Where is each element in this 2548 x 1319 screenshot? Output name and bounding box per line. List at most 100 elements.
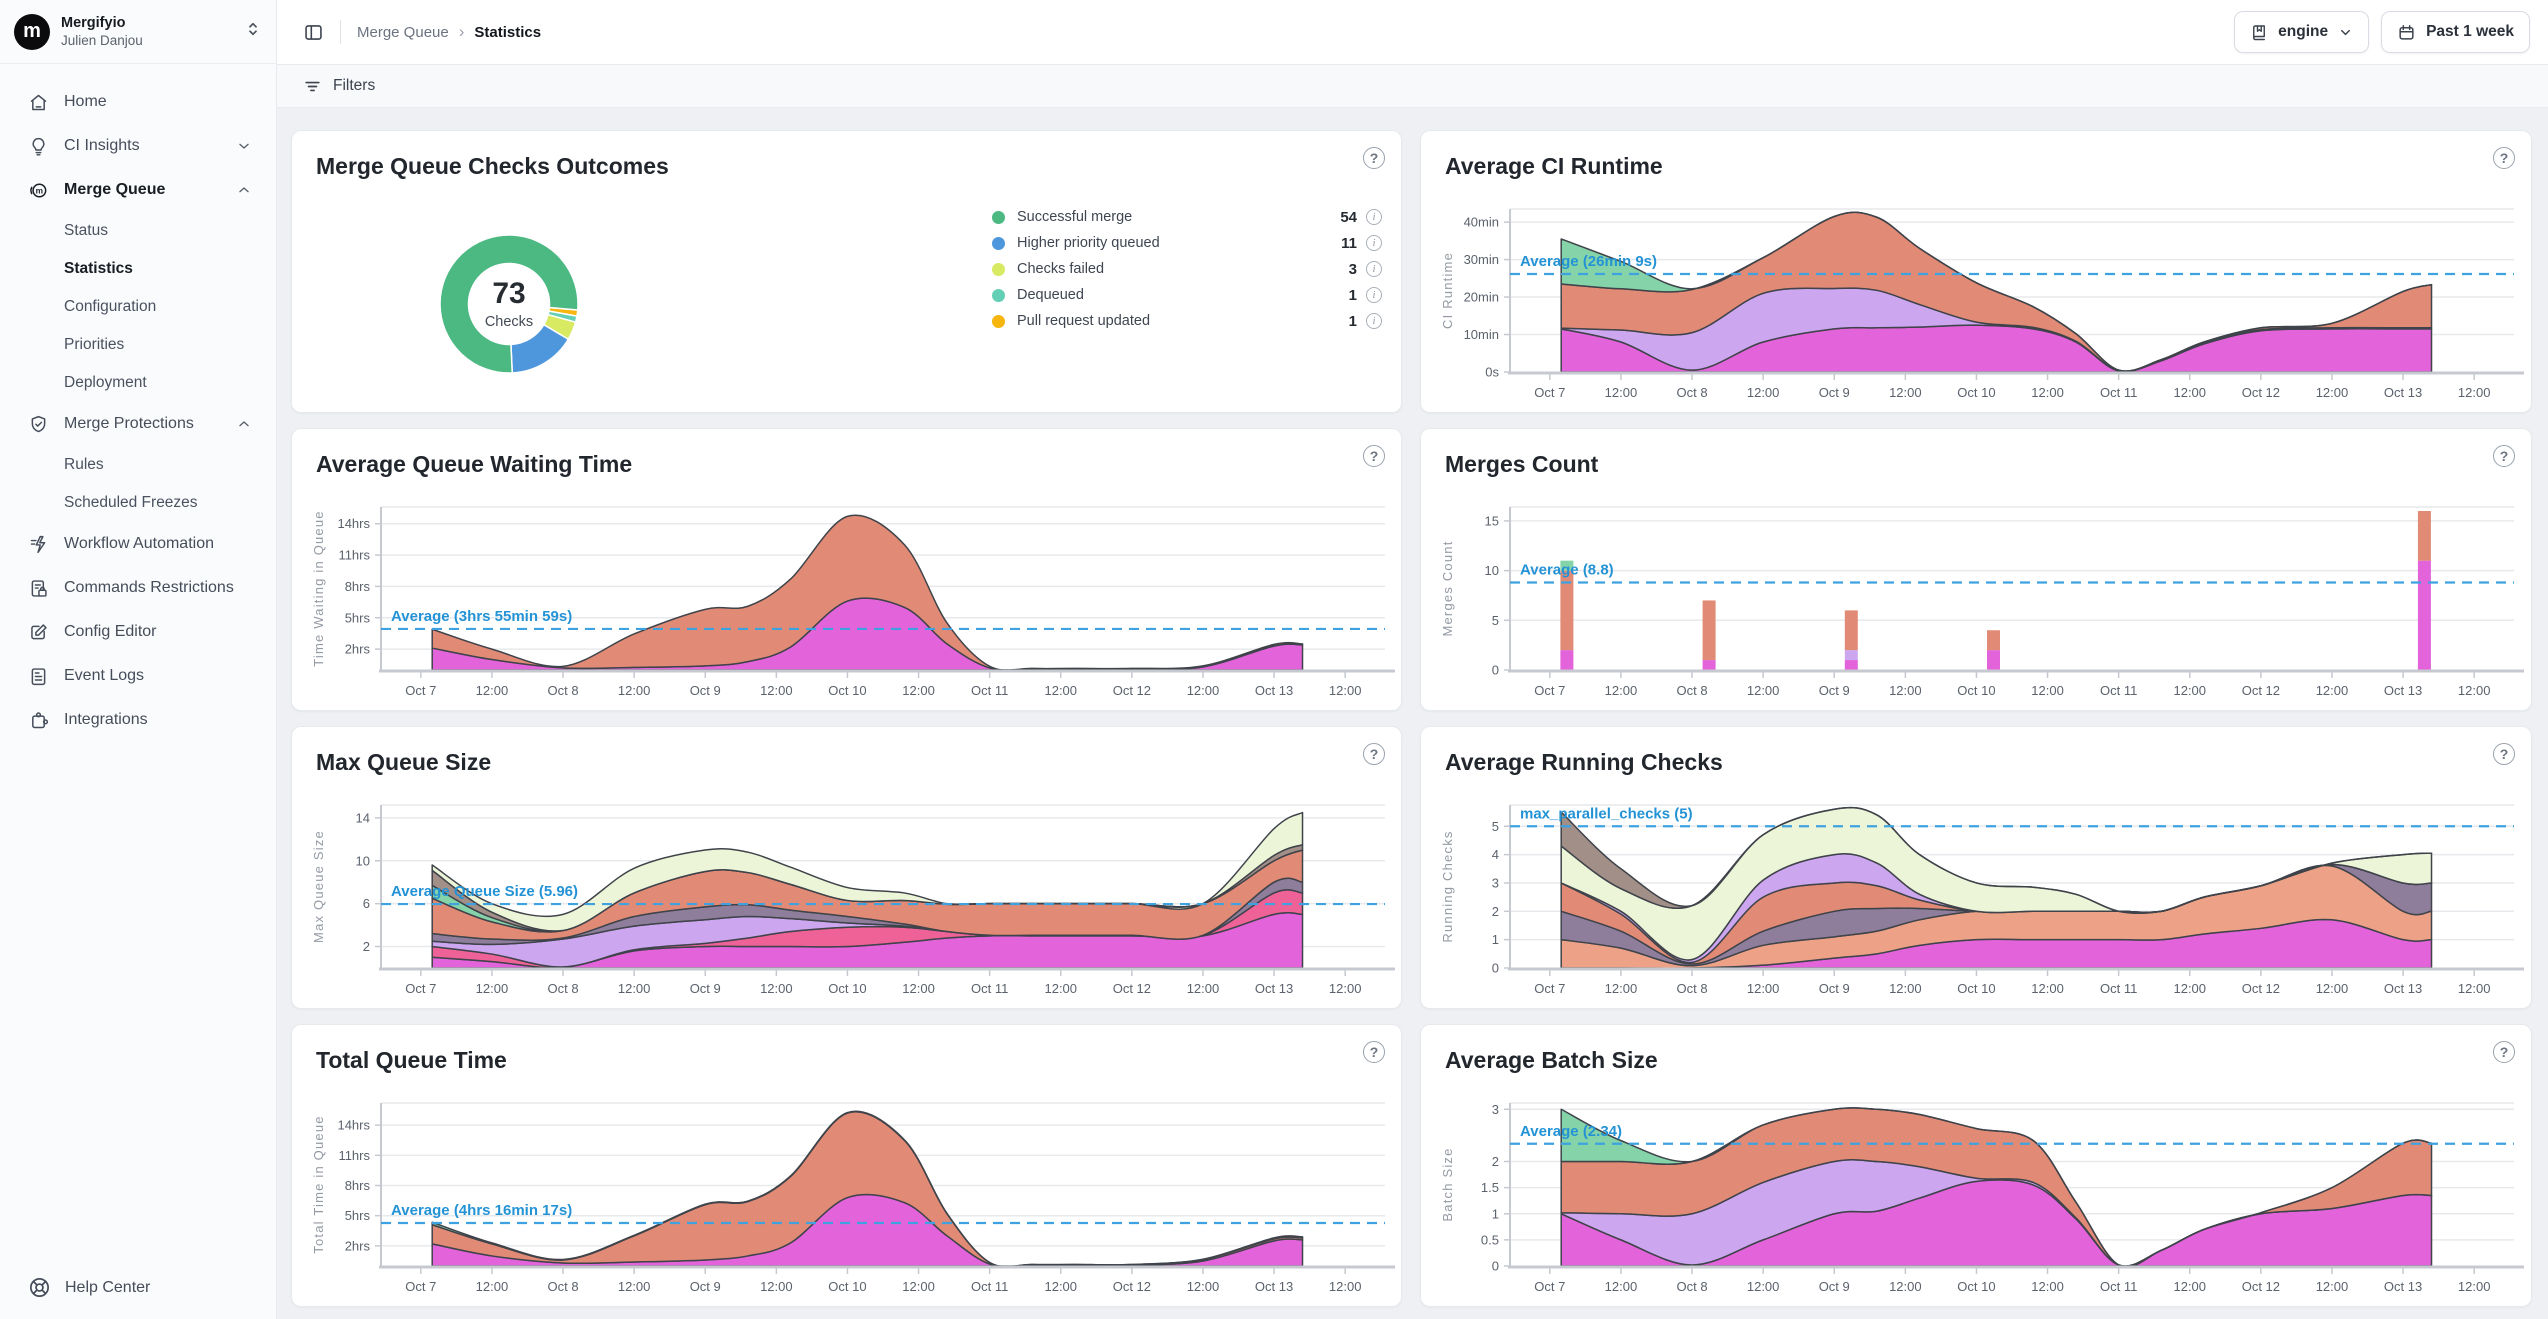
svg-text:12:00: 12:00: [1747, 1279, 1780, 1294]
chevron-up-icon: [236, 416, 252, 432]
svg-text:12:00: 12:00: [902, 683, 935, 698]
merges-count-chart: 051015Oct 712:00Oct 812:00Oct 912:00Oct …: [1422, 499, 2530, 704]
y-axis-title: Running Checks: [1440, 830, 1455, 942]
sidebar-toggle-icon[interactable]: [303, 22, 324, 43]
info-icon[interactable]: i: [1366, 313, 1382, 329]
svg-text:Oct 11: Oct 11: [2100, 683, 2137, 698]
sidebar-item-workflow-automation[interactable]: Workflow Automation: [0, 522, 276, 566]
sidebar-item-label: Priorities: [64, 336, 124, 354]
sidebar-item-ci-insights[interactable]: CI Insights: [0, 124, 276, 168]
panel-total-queue-time: Total Queue Time?2hrs5hrs8hrs11hrs14hrsO…: [291, 1024, 1402, 1307]
sidebar-item-merge-protections[interactable]: Merge Protections: [0, 402, 276, 446]
svg-text:m: m: [36, 185, 43, 195]
svg-text:12:00: 12:00: [1747, 683, 1780, 698]
breadcrumb-merge-queue[interactable]: Merge Queue: [357, 24, 449, 41]
sidebar-item-scheduled-freezes[interactable]: Scheduled Freezes: [0, 484, 276, 522]
svg-text:Oct 12: Oct 12: [2242, 1279, 2280, 1294]
svg-text:Oct 12: Oct 12: [2242, 981, 2280, 996]
svg-text:Oct 12: Oct 12: [1113, 981, 1151, 996]
svg-text:12:00: 12:00: [1187, 683, 1220, 698]
help-center-link[interactable]: Help Center: [28, 1276, 150, 1299]
repository-select[interactable]: engine: [2234, 11, 2369, 53]
sidebar-item-priorities[interactable]: Priorities: [0, 326, 276, 364]
unfold-icon[interactable]: [244, 20, 262, 43]
info-icon[interactable]: i: [1366, 209, 1382, 225]
info-icon[interactable]: i: [1366, 261, 1382, 277]
legend-value: 1: [1349, 313, 1357, 330]
bar-segment-magenta: [1703, 660, 1716, 670]
legend-value: 11: [1341, 235, 1357, 252]
calendar-icon: [2397, 23, 2416, 42]
help-icon[interactable]: ?: [2493, 1041, 2515, 1063]
svg-text:Oct 13: Oct 13: [2384, 683, 2422, 698]
svg-text:12:00: 12:00: [902, 1279, 935, 1294]
svg-text:Oct 13: Oct 13: [2384, 981, 2422, 996]
svg-text:12:00: 12:00: [1605, 1279, 1638, 1294]
legend-value: 3: [1349, 261, 1357, 278]
sidebar-item-label: Scheduled Freezes: [64, 494, 198, 512]
queue-waiting-chart: 2hrs5hrs8hrs11hrs14hrsOct 712:00Oct 812:…: [293, 499, 1401, 704]
sidebar-item-label: Rules: [64, 456, 104, 474]
svg-text:12:00: 12:00: [2316, 385, 2349, 400]
svg-text:12:00: 12:00: [1747, 981, 1780, 996]
svg-text:Oct 8: Oct 8: [1676, 1279, 1707, 1294]
svg-text:12:00: 12:00: [2458, 1279, 2491, 1294]
svg-text:12:00: 12:00: [902, 981, 935, 996]
help-icon[interactable]: ?: [2493, 445, 2515, 467]
svg-text:Oct 10: Oct 10: [828, 1279, 866, 1294]
sidebar-item-merge-queue[interactable]: mMerge Queue: [0, 168, 276, 212]
panel-title: Average Queue Waiting Time: [316, 451, 632, 478]
sidebar-item-rules[interactable]: Rules: [0, 446, 276, 484]
svg-text:Oct 13: Oct 13: [1255, 1279, 1293, 1294]
svg-text:14hrs: 14hrs: [337, 1118, 370, 1133]
help-icon[interactable]: ?: [1363, 445, 1385, 467]
svg-text:0s: 0s: [1485, 365, 1499, 380]
svg-text:12:00: 12:00: [2458, 683, 2491, 698]
lightbulb-icon: [28, 136, 49, 157]
sidebar-item-config-editor[interactable]: Config Editor: [0, 610, 276, 654]
info-icon[interactable]: i: [1366, 287, 1382, 303]
sidebar-item-label: Deployment: [64, 374, 147, 392]
svg-text:4: 4: [1492, 847, 1499, 862]
chevron-up-icon: [236, 182, 252, 198]
svg-text:12:00: 12:00: [2458, 385, 2491, 400]
help-icon[interactable]: ?: [2493, 147, 2515, 169]
svg-text:12:00: 12:00: [1044, 981, 1077, 996]
panel-batch-size: Average Batch Size?00.511.523Oct 712:00O…: [1420, 1024, 2532, 1307]
svg-text:12:00: 12:00: [618, 1279, 651, 1294]
svg-text:Oct 9: Oct 9: [1819, 1279, 1850, 1294]
legend-row-pull-request-updated: Pull request updated1i: [992, 308, 1382, 334]
filters-bar[interactable]: Filters: [277, 65, 2548, 108]
file-text-icon: [28, 666, 49, 687]
sidebar-item-commands-restrictions[interactable]: Commands Restrictions: [0, 566, 276, 610]
sidebar-item-statistics[interactable]: Statistics: [0, 250, 276, 288]
average-line-label: Average (4hrs 16min 17s): [391, 1202, 572, 1219]
help-icon[interactable]: ?: [1363, 1041, 1385, 1063]
sidebar-item-event-logs[interactable]: Event Logs: [0, 654, 276, 698]
svg-text:5hrs: 5hrs: [345, 1208, 371, 1223]
info-icon[interactable]: i: [1366, 235, 1382, 251]
sidebar-item-status[interactable]: Status: [0, 212, 276, 250]
sidebar-item-home[interactable]: Home: [0, 80, 276, 124]
help-icon[interactable]: ?: [1363, 743, 1385, 765]
sidebar-item-label: Home: [64, 93, 107, 111]
svg-text:12:00: 12:00: [1605, 683, 1638, 698]
svg-text:5hrs: 5hrs: [345, 610, 371, 625]
sidebar-item-configuration[interactable]: Configuration: [0, 288, 276, 326]
topbar: Merge Queue › Statistics engine Past 1 w…: [277, 0, 2548, 65]
help-icon[interactable]: ?: [1363, 147, 1385, 169]
time-range-button[interactable]: Past 1 week: [2381, 11, 2530, 53]
svg-text:12:00: 12:00: [2173, 981, 2206, 996]
bar-segment-salmon: [1703, 600, 1716, 660]
svg-text:12:00: 12:00: [2031, 1279, 2064, 1294]
svg-text:Oct 10: Oct 10: [1957, 385, 1995, 400]
help-icon[interactable]: ?: [2493, 743, 2515, 765]
org-switcher[interactable]: m Mergifyio Julien Danjou: [0, 0, 276, 64]
svg-text:Oct 13: Oct 13: [2384, 1279, 2422, 1294]
sidebar-item-label: Commands Restrictions: [64, 579, 234, 597]
sidebar-item-deployment[interactable]: Deployment: [0, 364, 276, 402]
checks-outcomes-donut: 73 Checks: [438, 233, 580, 375]
sidebar-item-integrations[interactable]: Integrations: [0, 698, 276, 742]
svg-text:Oct 11: Oct 11: [2100, 981, 2137, 996]
svg-text:Oct 11: Oct 11: [2100, 1279, 2137, 1294]
